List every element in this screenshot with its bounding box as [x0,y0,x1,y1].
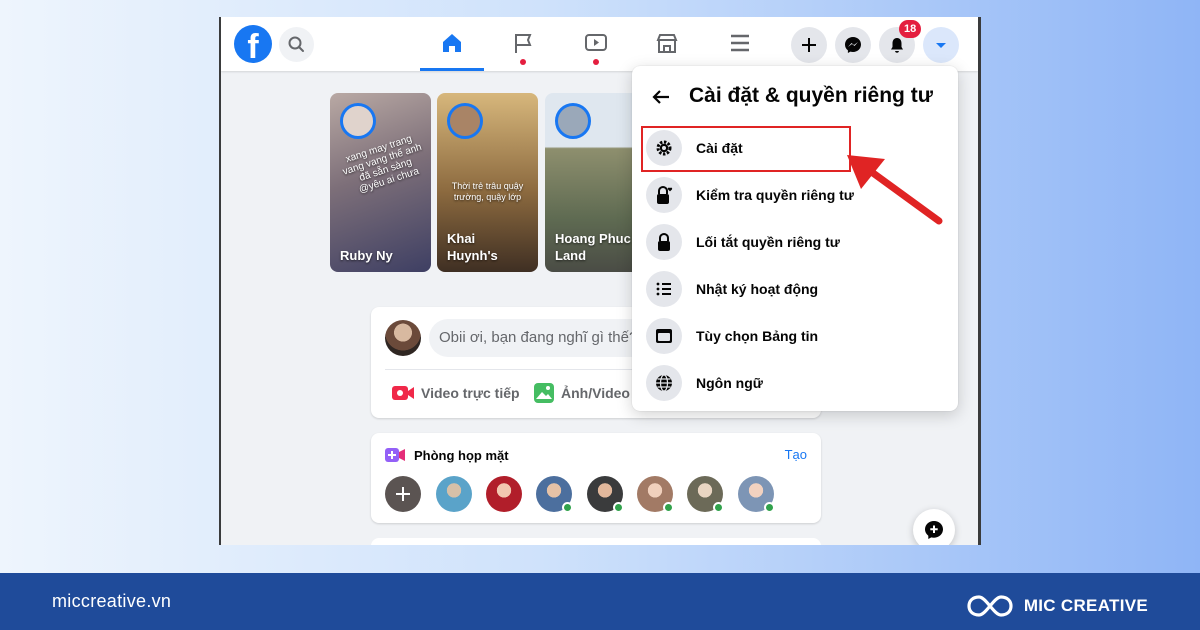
top-navigation-bar: f 18 [221,17,978,71]
caret-down-icon [936,43,946,48]
video-icon [585,34,607,51]
facebook-window: f 18 xang may trang vang vang thế anh đã… [219,17,981,545]
online-status-dot [764,502,775,513]
online-status-dot [562,502,573,513]
rooms-card: Phòng họp mặt Tạo [371,433,821,523]
live-video-button[interactable]: Video trực tiếp [391,381,520,405]
story-avatar [340,103,376,139]
tab-pages[interactable] [491,17,555,71]
settings-privacy-menu: Cài đặt & quyền riêng tư Cài đặt Kiểm tr… [632,66,958,411]
story-caption: xang may trang vang vang thế anh đã sẵn … [341,133,424,196]
online-status-dot [613,502,624,513]
brand-logo: MIC CREATIVE [966,591,1148,621]
live-video-label: Video trực tiếp [421,385,520,401]
menu-item-label: Lối tắt quyền riêng tư [696,234,840,250]
create-room-link[interactable]: Tạo [785,447,807,462]
contact-avatar[interactable] [687,476,724,513]
compose-icon [925,521,943,539]
home-icon [443,34,461,52]
video-chat-plus-icon [385,448,405,462]
contact-avatar[interactable] [587,476,624,513]
online-status-dot [713,502,724,513]
photo-icon [534,383,554,403]
photo-video-button[interactable]: Ảnh/Video [533,381,630,405]
facebook-logo[interactable]: f [234,25,272,63]
photo-video-label: Ảnh/Video [561,385,630,401]
bell-icon [891,38,903,53]
create-button[interactable] [791,27,827,63]
plus-icon [802,38,816,52]
highlight-box [641,126,851,172]
tab-watch[interactable] [564,17,628,71]
menu-title: Cài đặt & quyền riêng tư [689,84,933,107]
contact-avatar[interactable] [536,476,573,513]
story-avatar [555,103,591,139]
red-arrow-annotation [847,155,943,225]
contact-avatar[interactable] [738,476,775,513]
tab-marketplace[interactable] [635,17,699,71]
tab-home[interactable] [420,17,484,71]
post-input[interactable]: Obii ơi, bạn đang nghĩ gì thế? [429,319,659,357]
footer-bar: miccreative.vn MIC CREATIVE [0,573,1200,630]
menu-item-feed-preferences[interactable]: Tùy chọn Bảng tin [640,314,950,358]
menu-item-language[interactable]: Ngôn ngữ [640,361,950,405]
globe-icon [646,365,682,401]
contact-avatar[interactable] [486,476,522,512]
brand-name: MIC CREATIVE [1023,596,1148,615]
new-message-button[interactable] [913,509,955,545]
contact-avatar[interactable] [436,476,472,512]
lock-heart-icon [646,177,682,213]
back-arrow-icon[interactable] [650,86,672,108]
infinity-logo-icon [967,595,1013,617]
menu-item-activity-log[interactable]: Nhật ký hoạt động [640,267,950,311]
menu-item-label: Kiểm tra quyền riêng tư [696,187,854,203]
hamburger-icon [731,34,749,52]
next-card [371,538,821,545]
list-icon [646,271,682,307]
watch-notification-dot [593,59,599,65]
story-caption: Thời trẻ trâu quậy trường, quậy lớp [451,181,524,202]
menu-item-label: Ngôn ngữ [696,375,763,391]
user-avatar[interactable] [385,320,421,356]
flag-icon [515,34,532,53]
story-name: Hoang Phuc Land [555,231,631,263]
story-card[interactable]: Thời trẻ trâu quậy trường, quậy lớp Khai… [437,93,538,272]
search-button[interactable] [279,27,314,62]
story-avatar [447,103,483,139]
notifications-button[interactable]: 18 [879,20,922,63]
tab-menu[interactable] [708,17,772,71]
online-status-dot [663,502,674,513]
store-icon [656,34,678,53]
menu-item-label: Tùy chọn Bảng tin [696,328,819,344]
story-name: Khai Huynh's [447,231,498,263]
messenger-icon [845,37,861,53]
contact-avatar[interactable] [637,476,674,513]
account-menu-button[interactable] [923,27,959,63]
live-video-icon [392,386,414,400]
search-icon [288,36,304,52]
menu-item-label: Nhật ký hoạt động [696,281,819,297]
rooms-title-label: Phòng họp mặt [414,447,509,463]
story-card[interactable]: Hoang Phuc Land [545,93,633,272]
messenger-button[interactable] [835,27,871,63]
rooms-title: Phòng họp mặt [385,447,509,463]
site-domain[interactable]: miccreative.vn [52,591,171,612]
notification-count-badge: 18 [899,20,922,38]
plus-icon [396,487,410,501]
story-card[interactable]: xang may trang vang vang thế anh đã sẵn … [330,93,431,272]
lock-icon [646,224,682,260]
pages-notification-dot [520,59,526,65]
feed-icon [646,318,682,354]
create-room-avatar[interactable] [385,476,421,512]
story-name: Ruby Ny [340,248,393,263]
